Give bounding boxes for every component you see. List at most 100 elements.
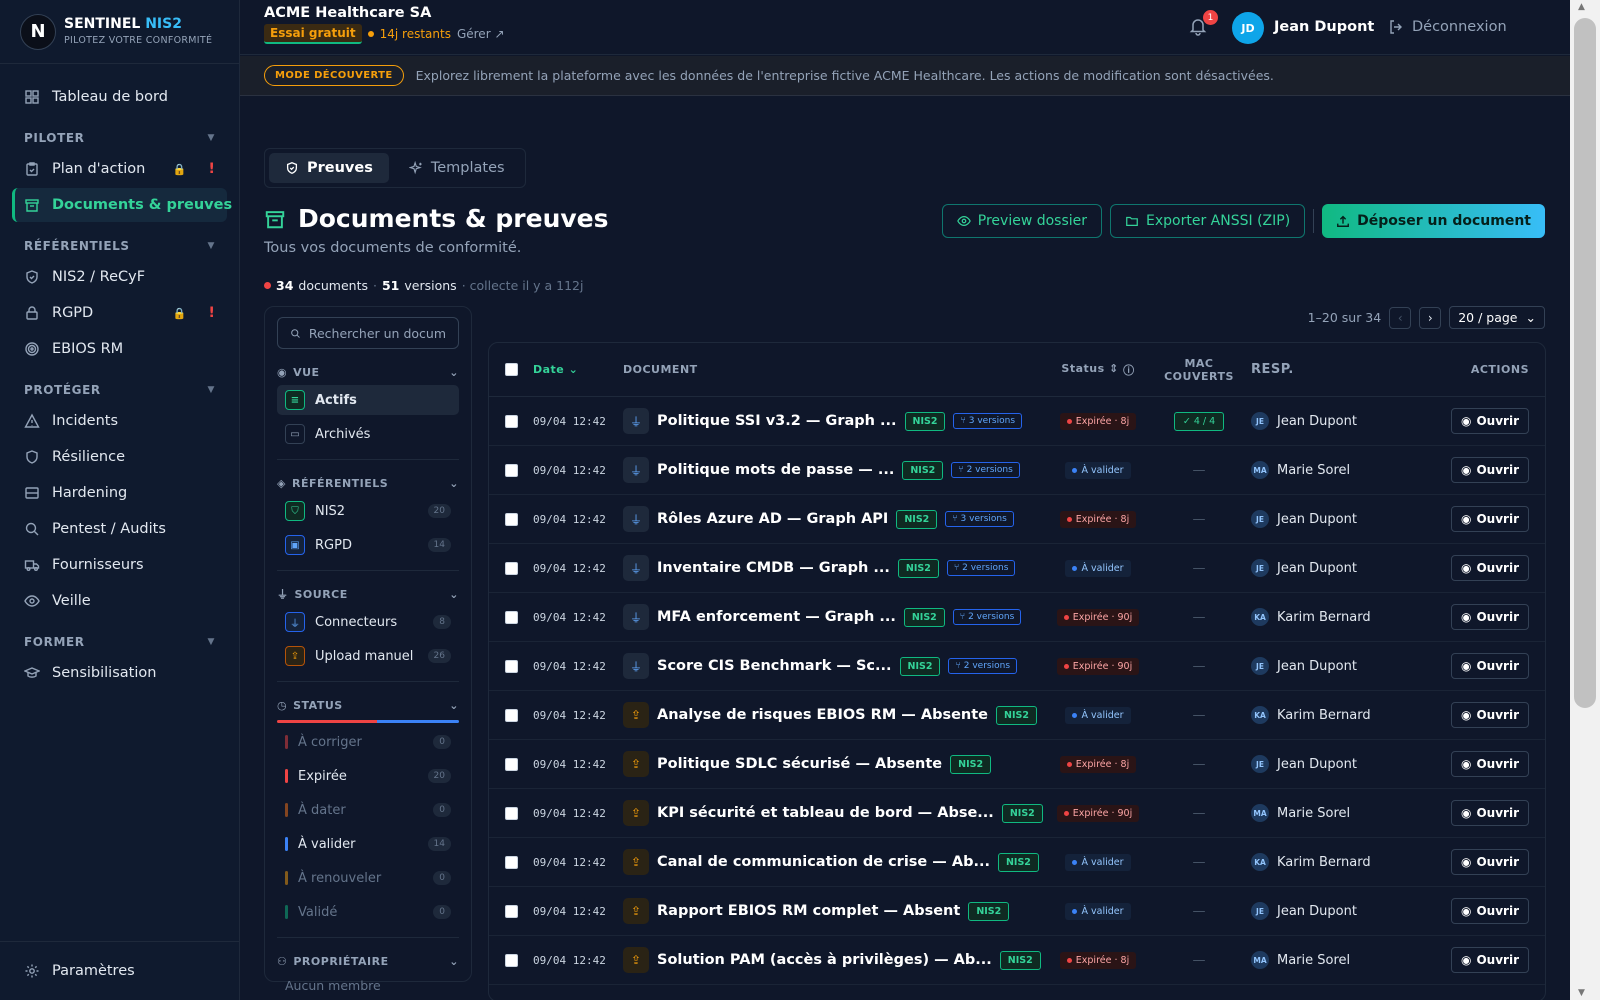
- document-title[interactable]: Inventaire CMDB — Graph ...: [657, 560, 890, 576]
- table-row[interactable]: 09/04 12:42 ⏚ MFA enforcement — Graph ..…: [489, 593, 1545, 642]
- table-row[interactable]: 09/04 12:42 ⏚ Rôles Azure AD — Graph API…: [489, 495, 1545, 544]
- sidebar-item-suppliers[interactable]: Fournisseurs: [12, 548, 227, 582]
- sidebar-item-awareness[interactable]: Sensibilisation: [12, 656, 227, 690]
- scroll-down-icon[interactable]: ▼: [1578, 988, 1585, 998]
- avatar[interactable]: JD: [1232, 12, 1264, 44]
- open-button[interactable]: ◉ Ouvrir: [1451, 702, 1529, 728]
- sidebar-item-hardening[interactable]: Hardening: [12, 476, 227, 510]
- filter-section-status[interactable]: ◷ STATUS ⌄: [277, 696, 459, 714]
- logout-button[interactable]: Déconnexion: [1388, 19, 1507, 35]
- section-piloter[interactable]: PILOTER ▼: [0, 126, 239, 150]
- table-row[interactable]: 09/04 12:42 ⇪ Politique SDLC sécurisé — …: [489, 740, 1545, 789]
- filter-view-active[interactable]: ≡ Actifs: [277, 385, 459, 415]
- open-button[interactable]: ◉ Ouvrir: [1451, 506, 1529, 532]
- document-title[interactable]: Politique mots de passe — ...: [657, 462, 894, 478]
- filter-section-referentiels[interactable]: ◈ RÉFÉRENTIELS ⌄: [277, 474, 459, 492]
- scroll-up-icon[interactable]: ▲: [1578, 2, 1585, 12]
- filter-status-item[interactable]: À corriger 0: [277, 727, 459, 757]
- filter-section-view[interactable]: ◉ VUE ⌄: [277, 363, 459, 381]
- row-checkbox[interactable]: [504, 757, 518, 771]
- filter-ref-rgpd[interactable]: ▣ RGPD 14: [277, 530, 459, 560]
- tab-templates[interactable]: Templates: [393, 153, 521, 183]
- filter-status-item[interactable]: À renouveler 0: [277, 863, 459, 893]
- row-checkbox[interactable]: [504, 512, 518, 526]
- row-checkbox[interactable]: [504, 806, 518, 820]
- open-button[interactable]: ◉ Ouvrir: [1451, 457, 1529, 483]
- sidebar-item-plan[interactable]: Plan d'action 🔒!: [12, 152, 227, 186]
- open-button[interactable]: ◉ Ouvrir: [1451, 849, 1529, 875]
- table-row[interactable]: 09/04 12:42 ⇪ Canal de communication de …: [489, 838, 1545, 887]
- sidebar-item-watch[interactable]: Veille: [12, 584, 227, 618]
- document-title[interactable]: Rôles Azure AD — Graph API: [657, 511, 888, 527]
- document-title[interactable]: Analyse de risques EBIOS RM — Absente: [657, 707, 988, 723]
- filter-source-upload[interactable]: ⇪ Upload manuel 26: [277, 641, 459, 671]
- filter-source-connectors[interactable]: ⏚ Connecteurs 8: [277, 607, 459, 637]
- next-page-button[interactable]: ›: [1419, 306, 1442, 329]
- sidebar-item-pentest[interactable]: Pentest / Audits: [12, 512, 227, 546]
- sort-date-header[interactable]: Date ⌄: [533, 363, 623, 376]
- upload-document-button[interactable]: Déposer un document: [1322, 204, 1545, 238]
- open-button[interactable]: ◉ Ouvrir: [1451, 653, 1529, 679]
- row-checkbox[interactable]: [504, 463, 518, 477]
- prev-page-button[interactable]: ‹: [1389, 306, 1412, 329]
- preview-dossier-button[interactable]: Preview dossier: [941, 204, 1103, 238]
- row-checkbox[interactable]: [504, 904, 518, 918]
- sidebar-item-dashboard[interactable]: Tableau de bord: [12, 80, 227, 114]
- table-row[interactable]: 09/04 12:42 ⏚ Politique mots de passe — …: [489, 446, 1545, 495]
- tab-preuves[interactable]: Preuves: [269, 153, 389, 183]
- filter-view-archived[interactable]: ▭ Archivés: [277, 419, 459, 449]
- versions-badge[interactable]: ⑂ 2 versions: [946, 560, 1016, 576]
- table-row[interactable]: 09/04 12:42 ⏚ Politique SSI v3.2 — Graph…: [489, 397, 1545, 446]
- per-page-select[interactable]: 20 / page ⌄: [1449, 306, 1545, 329]
- open-button[interactable]: ◉ Ouvrir: [1451, 947, 1529, 973]
- filter-ref-nis2[interactable]: ⛉ NIS2 20: [277, 496, 459, 526]
- scroll-thumb[interactable]: [1574, 18, 1596, 708]
- open-button[interactable]: ◉ Ouvrir: [1451, 408, 1529, 434]
- row-checkbox[interactable]: [504, 708, 518, 722]
- versions-badge[interactable]: ⑂ 2 versions: [948, 658, 1018, 674]
- document-title[interactable]: KPI sécurité et tableau de bord — Abse..…: [657, 805, 994, 821]
- table-row[interactable]: 09/04 12:42 ⇪ Rapport EBIOS RM complet —…: [489, 887, 1545, 936]
- open-button[interactable]: ◉ Ouvrir: [1451, 751, 1529, 777]
- sidebar-item-rgpd[interactable]: RGPD 🔒!: [12, 296, 227, 330]
- export-anssi-button[interactable]: Exporter ANSSI (ZIP): [1110, 204, 1306, 238]
- select-all-checkbox[interactable]: [504, 363, 518, 376]
- sidebar-item-settings[interactable]: Paramètres: [12, 954, 228, 988]
- table-row[interactable]: 09/04 12:42 ⏚ Inventaire CMDB — Graph ..…: [489, 544, 1545, 593]
- row-checkbox[interactable]: [504, 659, 518, 673]
- document-title[interactable]: MFA enforcement — Graph ...: [657, 609, 896, 625]
- versions-badge[interactable]: ⑂ 2 versions: [952, 609, 1022, 625]
- sidebar-item-ebios[interactable]: EBIOS RM: [12, 332, 227, 366]
- table-row[interactable]: 09/04 12:42 ⇪ Solution PAM (accès à priv…: [489, 936, 1545, 985]
- filter-status-item[interactable]: Expirée 20: [277, 761, 459, 791]
- open-button[interactable]: ◉ Ouvrir: [1451, 555, 1529, 581]
- open-button[interactable]: ◉ Ouvrir: [1451, 604, 1529, 630]
- filter-section-source[interactable]: ⏚ SOURCE ⌄: [277, 585, 459, 603]
- table-row[interactable]: 09/04 12:42 ⏚ Score CIS Benchmark — Sc..…: [489, 642, 1545, 691]
- filter-status-item[interactable]: Validé 0: [277, 897, 459, 927]
- document-title[interactable]: Solution PAM (accès à privilèges) — Ab..…: [657, 952, 992, 968]
- row-checkbox[interactable]: [504, 610, 518, 624]
- document-title[interactable]: Canal de communication de crise — Ab...: [657, 854, 990, 870]
- versions-badge[interactable]: ⑂ 2 versions: [951, 462, 1020, 478]
- sidebar-item-nis2[interactable]: NIS2 / ReCyF: [12, 260, 227, 294]
- filter-status-item[interactable]: À dater 0: [277, 795, 459, 825]
- status-header[interactable]: Status ⇕ ⓘ: [1043, 362, 1153, 378]
- user-name[interactable]: Jean Dupont: [1274, 19, 1374, 35]
- open-button[interactable]: ◉ Ouvrir: [1451, 800, 1529, 826]
- filter-status-item[interactable]: À valider 14: [277, 829, 459, 859]
- open-button[interactable]: ◉ Ouvrir: [1451, 898, 1529, 924]
- row-checkbox[interactable]: [504, 561, 518, 575]
- row-checkbox[interactable]: [504, 414, 518, 428]
- versions-badge[interactable]: ⑂ 3 versions: [953, 413, 1023, 429]
- section-referentiels[interactable]: RÉFÉRENTIELS ▼: [0, 234, 239, 258]
- section-proteger[interactable]: PROTÉGER ▼: [0, 378, 239, 402]
- versions-badge[interactable]: ⑂ 3 versions: [945, 511, 1014, 527]
- row-checkbox[interactable]: [504, 855, 518, 869]
- scrollbar[interactable]: ▲ ▼: [1570, 0, 1600, 1000]
- filter-section-owner[interactable]: ⚇ PROPRIÉTAIRE ⌄: [277, 952, 459, 970]
- search-input[interactable]: Rechercher un docum: [277, 317, 459, 349]
- document-title[interactable]: Politique SDLC sécurisé — Absente: [657, 756, 942, 772]
- sidebar-item-incidents[interactable]: Incidents: [12, 404, 227, 438]
- table-row[interactable]: 09/04 12:42 ⇪ Analyse de risques EBIOS R…: [489, 691, 1545, 740]
